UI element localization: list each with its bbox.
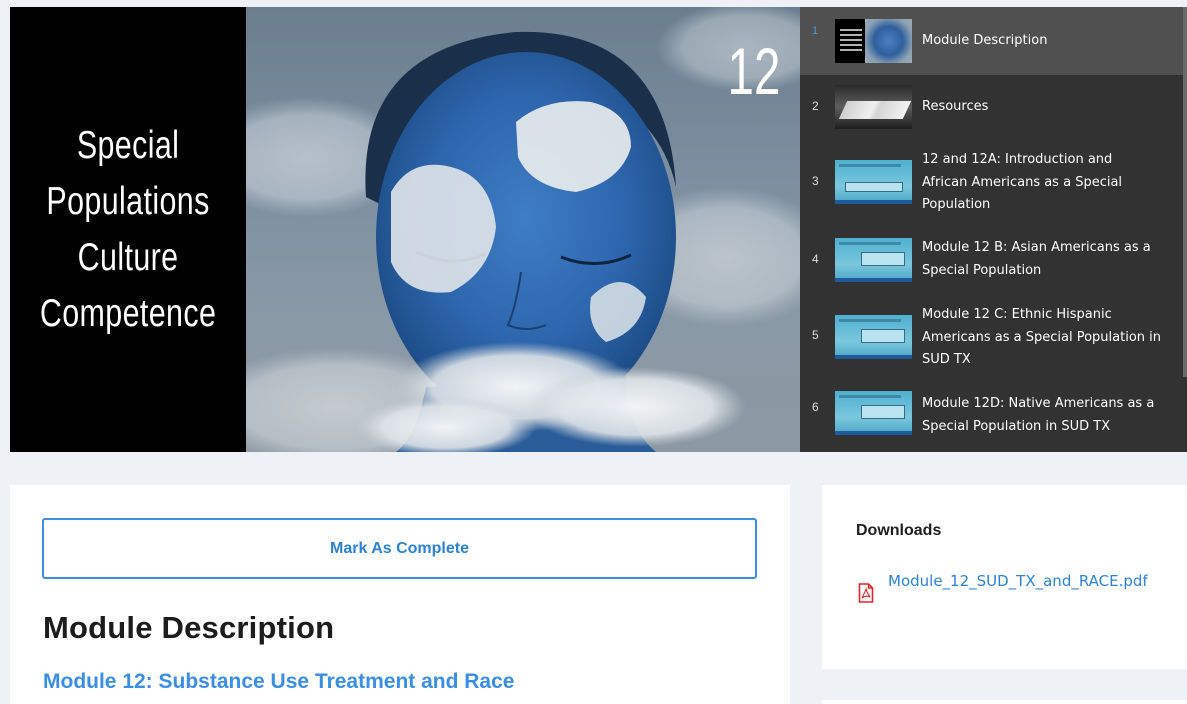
playlist-item-label: Module 12 B: Asian Americans as a Specia… xyxy=(922,240,1151,278)
download-file-name: Module_12_SUD_TX_and_RACE.pdf xyxy=(888,572,1148,590)
playlist-item-index: 2 xyxy=(812,99,819,113)
playlist-item-index: 6 xyxy=(812,400,819,414)
module-subtitle: Module 12: Substance Use Treatment and R… xyxy=(43,670,515,693)
playlist-thumbnail xyxy=(835,160,912,204)
video-title-line: Special xyxy=(76,123,180,167)
playlist-scrollbar[interactable] xyxy=(1183,7,1187,377)
pdf-file-icon xyxy=(858,583,874,603)
playlist-thumbnail xyxy=(835,391,912,435)
playlist-thumbnail xyxy=(835,315,912,359)
painted-face-illustration xyxy=(246,7,800,452)
playlist-item-index: 1 xyxy=(812,25,819,37)
playlist-item-label: Resources xyxy=(922,99,989,114)
page-title: Module Description xyxy=(43,610,335,645)
playlist-item-index: 4 xyxy=(812,252,819,266)
playlist-thumbnail xyxy=(835,19,912,63)
video-title-line: Populations xyxy=(46,179,210,223)
video-playlist[interactable]: 1 Module Description 2 Resources 3 12 an… xyxy=(800,7,1187,452)
video-title-line: Culture xyxy=(77,235,179,279)
video-module-number: 12 xyxy=(727,34,780,108)
mark-as-complete-button[interactable]: Mark As Complete xyxy=(42,518,757,579)
playlist-item-label: 12 and 12A: Introduction and African Ame… xyxy=(922,152,1123,212)
playlist-thumbnail xyxy=(835,238,912,282)
sidebar-card xyxy=(822,700,1187,704)
download-file-link[interactable]: Module_12_SUD_TX_and_RACE.pdf xyxy=(858,569,1170,603)
playlist-item-label: Module Description xyxy=(922,33,1048,48)
playlist-item-index: 3 xyxy=(812,174,819,188)
video-title: Special Populations Culture Competence xyxy=(40,118,216,342)
playlist-item-12c[interactable]: 5 Module 12 C: Ethnic Hispanic Americans… xyxy=(800,295,1183,381)
video-title-panel: Special Populations Culture Competence xyxy=(10,7,246,452)
video-title-line: Competence xyxy=(39,291,217,335)
lesson-content-card: Mark As Complete Module Description Modu… xyxy=(10,485,790,704)
downloads-card: Downloads Module_12_SUD_TX_and_RACE.pdf xyxy=(822,485,1187,669)
video-cover-image: 12 xyxy=(246,7,800,452)
playlist-item-12-12a[interactable]: 3 12 and 12A: Introduction and African A… xyxy=(800,141,1183,225)
downloads-heading: Downloads xyxy=(856,522,942,539)
playlist-item-12b[interactable]: 4 Module 12 B: Asian Americans as a Spec… xyxy=(800,225,1183,295)
playlist-thumbnail xyxy=(835,85,912,129)
playlist-item-module-description[interactable]: 1 Module Description xyxy=(800,7,1183,75)
playlist-item-label: Module 12D: Native Americans as a Specia… xyxy=(922,396,1155,434)
video-player[interactable]: Special Populations Culture Competence 1… xyxy=(10,7,800,452)
playlist-item-12d[interactable]: 6 Module 12D: Native Americans as a Spec… xyxy=(800,381,1183,452)
playlist-item-resources[interactable]: 2 Resources xyxy=(800,75,1183,141)
playlist-item-index: 5 xyxy=(812,328,819,342)
playlist-item-label: Module 12 C: Ethnic Hispanic Americans a… xyxy=(922,307,1161,367)
